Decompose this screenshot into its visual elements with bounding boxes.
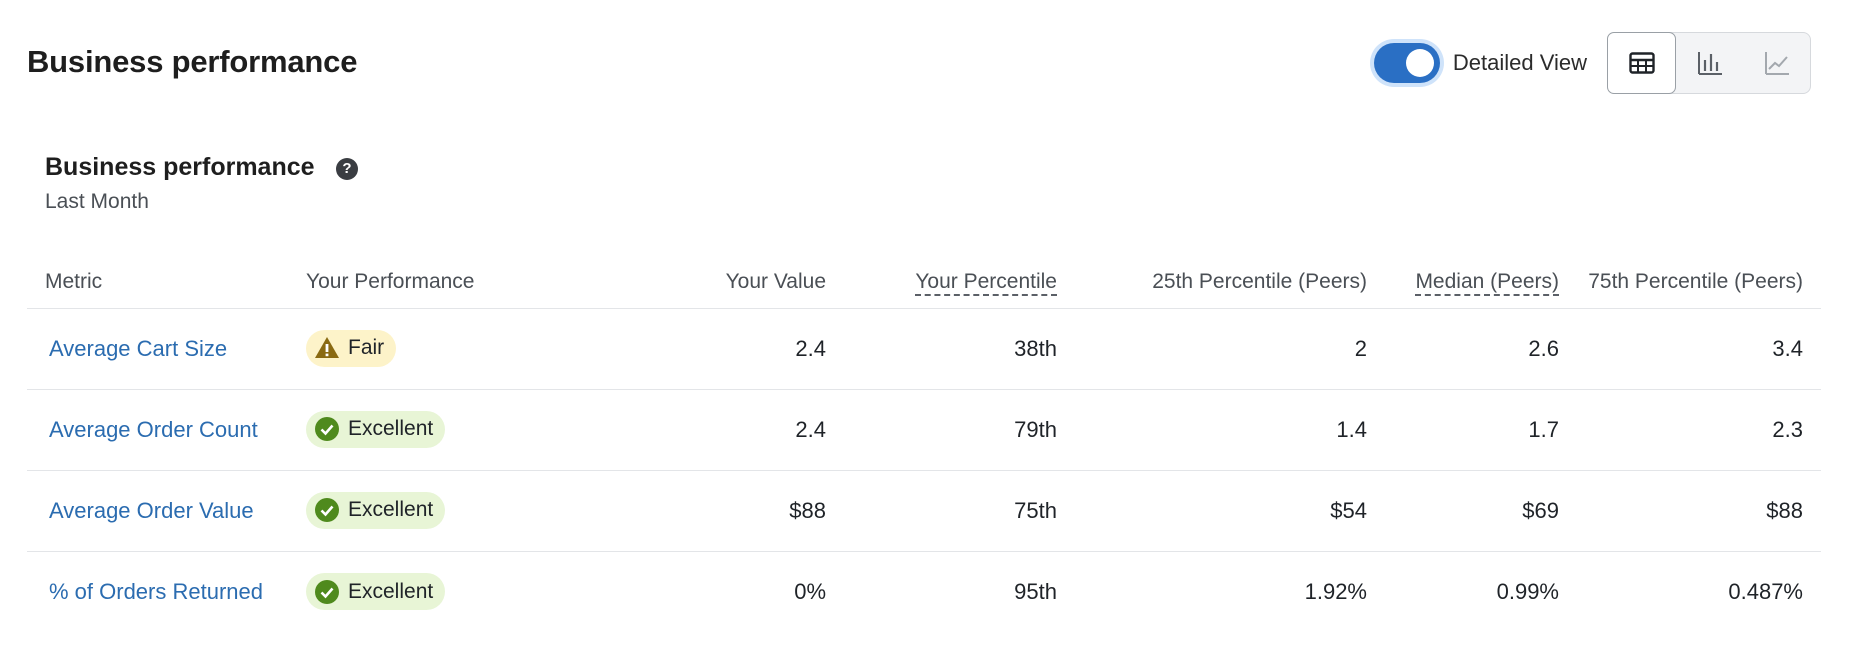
median-cell: 1.7 (1528, 416, 1559, 442)
your-percentile-cell: 75th (1014, 497, 1057, 523)
median-header-tooltip[interactable]: Median (Peers) (1415, 269, 1559, 296)
column-header-value: Your Value (725, 269, 826, 293)
status-badge: Excellent (306, 491, 446, 529)
bar-chart-icon (1697, 52, 1722, 75)
performance-cell: Excellent (306, 389, 571, 470)
metric-link[interactable]: Average Order Count (27, 389, 306, 470)
table-header-row: Metric Your Performance Your Value Your … (27, 256, 1821, 308)
performance-cell: Excellent (306, 470, 571, 551)
p75-cell: 3.4 (1772, 335, 1803, 361)
p25-cell: $54 (1330, 497, 1367, 523)
table-row: Average Cart Size Fair 2.4 38th 2 2.6 3.4 (27, 308, 1821, 389)
table-view-button[interactable] (1607, 32, 1676, 94)
your-percentile-cell: 38th (1014, 335, 1057, 361)
your-value-cell: 2.4 (795, 335, 826, 361)
table-row: Average Order Count Excellent 2.4 79th 1.4 1.… (27, 389, 1821, 470)
p75-cell: $88 (1766, 497, 1803, 523)
p75-cell: 0.487% (1728, 578, 1803, 604)
status-badge-label: Excellent (348, 417, 434, 441)
performance-cell: Fair (306, 308, 571, 389)
page-title: Business performance (27, 44, 358, 79)
status-badge-label: Excellent (348, 498, 434, 522)
your-value-cell: 0% (794, 578, 826, 604)
your-value-cell: $88 (789, 497, 826, 523)
metric-link[interactable]: % of Orders Returned (27, 551, 306, 632)
detailed-view-toggle[interactable] (1373, 43, 1440, 83)
view-controls: Detailed View (1373, 31, 1811, 95)
status-badge-label: Fair (348, 336, 385, 360)
p25-cell: 2 (1354, 335, 1367, 361)
column-header-median[interactable]: Median (Peers) (1367, 256, 1559, 308)
line-chart-icon (1764, 52, 1789, 75)
line-chart-view-button[interactable] (1743, 33, 1810, 93)
your-percentile-cell: 79th (1014, 416, 1057, 442)
help-icon[interactable]: ? (336, 158, 358, 180)
your-value-cell: 2.4 (795, 416, 826, 442)
check-circle-icon (315, 498, 339, 523)
metric-link[interactable]: Average Order Value (27, 470, 306, 551)
status-badge: Fair (306, 329, 397, 367)
p25-cell: 1.92% (1304, 578, 1367, 604)
card-title: Business performance (45, 153, 315, 181)
metric-link[interactable]: Average Cart Size (27, 308, 306, 389)
column-header-metric: Metric (45, 269, 103, 293)
column-header-percentile[interactable]: Your Percentile (826, 256, 1057, 308)
median-cell: 0.99% (1496, 578, 1559, 604)
performance-cell: Excellent (306, 551, 571, 632)
your-percentile-cell: 95th (1014, 578, 1057, 604)
table-row: % of Orders Returned Excellent 0% 95th 1.92%… (27, 551, 1821, 632)
check-circle-icon (315, 579, 339, 604)
table-row: Average Order Value Excellent $88 75th $54 $6… (27, 470, 1821, 551)
status-badge: Excellent (306, 410, 446, 448)
p75-cell: 2.3 (1772, 416, 1803, 442)
toggle-knob (1405, 49, 1434, 77)
status-badge: Excellent (306, 573, 446, 610)
table-icon (1628, 52, 1655, 74)
status-badge-label: Excellent (348, 579, 434, 603)
warning-icon (315, 337, 339, 359)
column-header-performance: Your Performance (306, 269, 475, 293)
column-header-p25: 25th Percentile (Peers) (1152, 269, 1367, 293)
detailed-view-label: Detailed View (1452, 50, 1587, 75)
column-header-p75: 75th Percentile (Peers) (1588, 269, 1803, 293)
card-subtitle: Last Month (45, 190, 149, 213)
median-cell: $69 (1522, 497, 1559, 523)
bar-chart-view-button[interactable] (1676, 33, 1743, 93)
view-switcher (1607, 32, 1811, 94)
performance-table: Metric Your Performance Your Value Your … (27, 256, 1821, 632)
percentile-header-tooltip[interactable]: Your Percentile (915, 269, 1057, 296)
median-cell: 2.6 (1528, 335, 1559, 361)
p25-cell: 1.4 (1336, 416, 1367, 442)
check-circle-icon (315, 417, 339, 442)
